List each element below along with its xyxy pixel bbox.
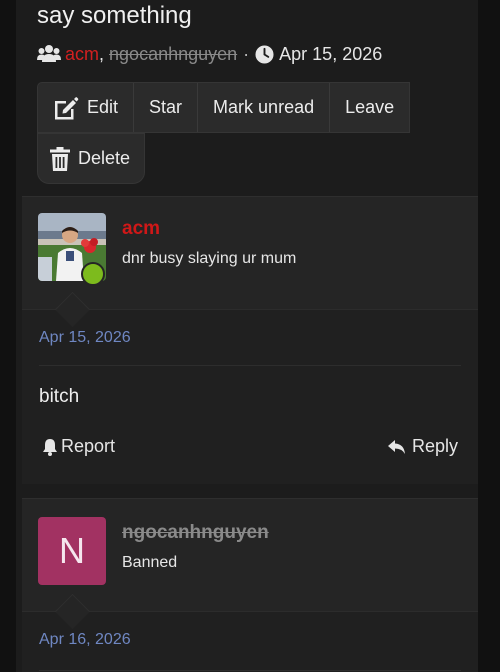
report-button[interactable]: Report (42, 436, 115, 457)
bell-icon (43, 438, 57, 456)
users-icon (37, 45, 61, 62)
author-pointer (54, 593, 91, 630)
topic-title: say something (37, 2, 192, 29)
topic-date: Apr 15, 2026 (279, 43, 383, 64)
mark-unread-button[interactable]: Mark unread (198, 83, 331, 132)
user-title: Banned (122, 554, 178, 571)
right-gutter (478, 0, 500, 672)
edit-label: Edit (87, 97, 119, 117)
post-divider (39, 670, 461, 671)
author-separator: , (99, 43, 105, 64)
author-pointer (54, 291, 91, 328)
avatar[interactable]: N (38, 517, 106, 585)
reply-label: Reply (411, 436, 458, 456)
leave-label: Leave (345, 97, 395, 117)
post-author-header: acm dnr busy slaying ur mum (22, 196, 478, 328)
user-title: dnr busy slaying ur mum (122, 250, 297, 267)
topic-meta: acm , ngocanhnguyen · Apr 15, 2026 (37, 42, 382, 66)
topic-author-ngocanhnguyen[interactable]: ngocanhnguyen (109, 44, 237, 65)
post-date[interactable]: Apr 16, 2026 (39, 631, 131, 649)
post-body: bitch (39, 386, 80, 407)
star-label: Star (149, 97, 183, 117)
delete-label: Delete (78, 148, 131, 168)
mark-unread-label: Mark unread (213, 97, 315, 117)
trash-icon (50, 146, 70, 171)
left-gutter (0, 0, 16, 672)
topic-author-acm[interactable]: acm (65, 44, 99, 65)
post-author-header: N ngocanhnguyen Banned (22, 498, 478, 630)
post-1: acm dnr busy slaying ur mum Apr 15, 2026… (22, 196, 478, 484)
topic-actions-row: Edit Star Mark unread Leave (37, 82, 411, 133)
post-divider (39, 365, 461, 366)
meta-dot: · (243, 43, 250, 64)
edit-button[interactable]: Edit (38, 83, 135, 132)
star-button[interactable]: Star (134, 83, 199, 132)
edit-icon (55, 96, 79, 119)
report-label: Report (61, 436, 116, 456)
delete-button[interactable]: Delete (38, 134, 144, 183)
topic-actions-row-2: Delete (37, 133, 146, 184)
post-date[interactable]: Apr 15, 2026 (39, 329, 131, 347)
clock-icon (255, 44, 274, 64)
reply-icon (387, 439, 405, 454)
leave-button[interactable]: Leave (330, 83, 409, 132)
post-username[interactable]: ngocanhnguyen (122, 522, 269, 544)
page: say something acm , ngocanhnguyen · Apr … (0, 0, 500, 672)
reply-button[interactable]: Reply (387, 436, 458, 457)
post-2: N ngocanhnguyen Banned Apr 16, 2026 (22, 498, 478, 672)
online-status-dot (81, 262, 105, 286)
post-username[interactable]: acm (122, 218, 160, 240)
